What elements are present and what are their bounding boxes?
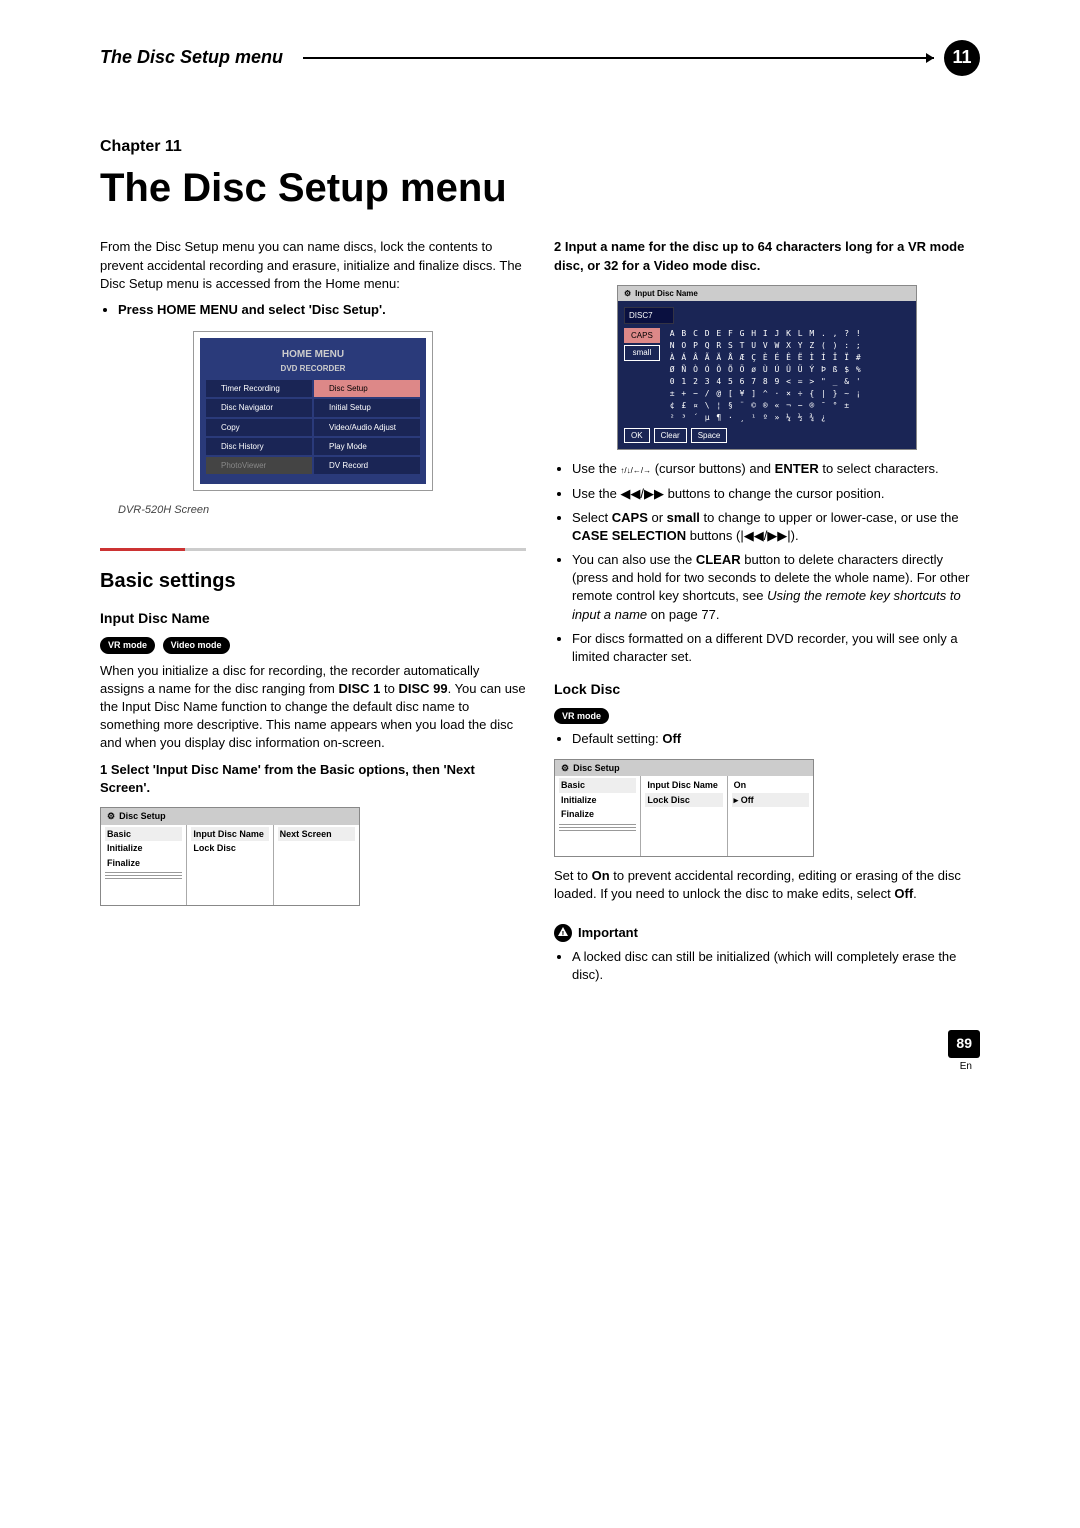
input-disc-name-heading: Input Disc Name (100, 609, 526, 629)
disc-icon: ⚙ (561, 762, 569, 775)
vr-mode-badge: VR mode (100, 637, 155, 654)
menu-item-photo: PhotoViewer (206, 457, 312, 474)
basic-settings-heading: Basic settings (100, 567, 526, 595)
screenshot-caption: DVR-520H Screen (118, 503, 526, 518)
small-button: small (624, 345, 660, 360)
home-menu-title: HOME MENUDVD RECORDER (200, 348, 426, 376)
char-grid: A B C D E F G H I J K L M . , ? ! N O P … (670, 328, 862, 424)
chapter-badge: 11 (944, 40, 980, 76)
bullet-2: Use the ◀◀/▶▶ buttons to change the curs… (572, 485, 980, 503)
ds2-initialize: Initialize (559, 793, 636, 808)
default-setting: Default setting: Off (572, 730, 980, 748)
vr-mode-badge-2: VR mode (554, 708, 609, 725)
ds2-on: On (732, 778, 809, 793)
menu-item-history: Disc History (206, 438, 312, 455)
menu-item-play: Play Mode (314, 438, 420, 455)
disc-icon: ⚙ (624, 288, 631, 299)
page-lang: En (960, 1060, 972, 1074)
lock-paragraph: Set to On to prevent accidental recordin… (554, 867, 980, 903)
left-column: From the Disc Setup menu you can name di… (100, 230, 526, 1073)
menu-item-navigator: Disc Navigator (206, 399, 312, 416)
menu-item-dv: DV Record (314, 457, 420, 474)
bullet-1: Use the ↑/↓/←/→ (cursor buttons) and ENT… (572, 460, 980, 478)
header-divider (303, 57, 934, 59)
menu-item-disc-setup: Disc Setup (314, 380, 420, 397)
ds1-initialize: Initialize (105, 841, 182, 856)
ds2-input-name: Input Disc Name (645, 778, 722, 793)
mode-badges: VR mode Video mode (100, 635, 526, 654)
ds1-lock: Lock Disc (191, 841, 268, 856)
bullet-4: You can also use the CLEAR button to del… (572, 551, 980, 624)
important-label: Important (578, 924, 638, 942)
ds2-off: ▸ Off (732, 793, 809, 808)
chapter-label: Chapter 11 (100, 136, 980, 158)
input-disc-p1: When you initialize a disc for recording… (100, 662, 526, 753)
caps-button: CAPS (624, 328, 660, 343)
header-title: The Disc Setup menu (100, 45, 283, 70)
home-menu-screenshot: HOME MENUDVD RECORDER Timer Recording Di… (193, 331, 433, 491)
important-row: Important (554, 924, 980, 942)
intro-step: Press HOME MENU and select 'Disc Setup'. (118, 302, 386, 317)
ds1-input-name: Input Disc Name (191, 827, 268, 842)
step-1: 1 Select 'Input Disc Name' from the Basi… (100, 762, 475, 795)
home-menu-grid: Timer Recording Disc Setup Disc Navigato… (200, 380, 426, 474)
video-mode-badge: Video mode (163, 637, 230, 654)
bullet-3: Select CAPS or small to change to upper … (572, 509, 980, 545)
disc-name-field: DISC7 (624, 307, 674, 324)
bullet-5: For discs formatted on a different DVD r… (572, 630, 980, 666)
menu-item-copy: Copy (206, 419, 312, 436)
ds1-next: Next Screen (278, 827, 355, 842)
warning-icon (554, 924, 572, 942)
step-2: 2 Input a name for the disc up to 64 cha… (554, 239, 964, 272)
page-number: 89 (948, 1030, 980, 1058)
important-bullet: A locked disc can still be initialized (… (572, 948, 980, 984)
clear-button: Clear (654, 428, 687, 443)
ok-button: OK (624, 428, 650, 443)
right-column: 2 Input a name for the disc up to 64 cha… (554, 230, 980, 1073)
page-title: The Disc Setup menu (100, 160, 980, 216)
disc-setup-screenshot-1: ⚙Disc Setup Basic Initialize Finalize In… (100, 807, 360, 906)
ds2-lock: Lock Disc (645, 793, 722, 808)
section-divider (100, 548, 526, 551)
menu-item-timer: Timer Recording (206, 380, 312, 397)
menu-item-va: Video/Audio Adjust (314, 419, 420, 436)
ds1-basic: Basic (105, 827, 182, 842)
ds2-finalize: Finalize (559, 807, 636, 822)
menu-item-initial: Initial Setup (314, 399, 420, 416)
header-bar: The Disc Setup menu 11 (100, 40, 980, 76)
instruction-list: Use the ↑/↓/←/→ (cursor buttons) and ENT… (572, 460, 980, 666)
ds1-finalize: Finalize (105, 856, 182, 871)
disc-icon: ⚙ (107, 810, 115, 823)
disc-setup-screenshot-2: ⚙Disc Setup Basic Initialize Finalize In… (554, 759, 814, 858)
lock-disc-heading: Lock Disc (554, 680, 980, 700)
intro-paragraph: From the Disc Setup menu you can name di… (100, 238, 526, 293)
space-button: Space (691, 428, 728, 443)
input-name-screenshot: ⚙Input Disc Name DISC7 CAPS small A B C … (617, 285, 917, 451)
ds2-basic: Basic (559, 778, 636, 793)
